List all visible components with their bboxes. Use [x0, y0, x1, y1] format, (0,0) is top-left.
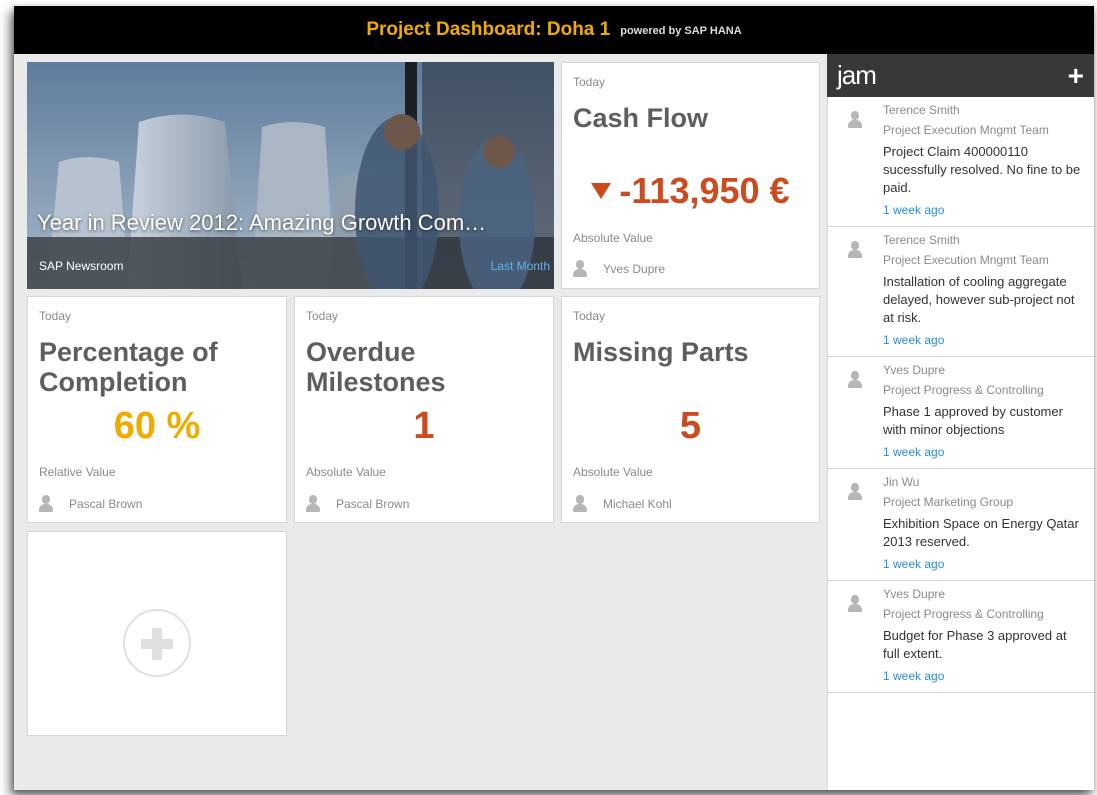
- news-tile[interactable]: Year in Review 2012: Amazing Growth Com……: [27, 62, 554, 289]
- cash-flow-value: -113,950 €: [619, 170, 790, 211]
- news-source: SAP Newsroom: [39, 259, 124, 273]
- feed-item[interactable]: Terence Smith Project Execution Mngmt Te…: [828, 97, 1094, 227]
- jam-feed: Terence Smith Project Execution Mngmt Te…: [827, 97, 1094, 790]
- feed-item[interactable]: Jin Wu Project Marketing Group Exhibitio…: [828, 469, 1094, 581]
- tile-owner: Michael Kohl: [573, 495, 672, 512]
- missing-parts-value: 5: [679, 405, 702, 447]
- feed-group: Project Progress & Controlling: [883, 607, 1044, 621]
- missing-parts-tile[interactable]: Today Missing Parts 5 Absolute Value Mic…: [561, 296, 820, 523]
- jam-logo: jam: [837, 60, 877, 90]
- feed-group: Project Marketing Group: [883, 495, 1014, 509]
- feed-message: Installation of cooling aggregate delaye…: [883, 274, 1075, 325]
- tile-period: Today: [306, 309, 339, 323]
- feed-message: Budget for Phase 3 approved at full exte…: [883, 628, 1067, 661]
- jam-header: jam +: [827, 54, 1094, 97]
- feed-author: Yves Dupre: [883, 363, 946, 377]
- add-circle-icon: [123, 609, 191, 677]
- feed-time-link[interactable]: 1 week ago: [883, 557, 1084, 572]
- person-icon: [573, 495, 587, 512]
- tile-title: Cash Flow: [573, 103, 709, 133]
- news-photo: [27, 62, 554, 289]
- tile-title: Percentage of Completion: [39, 337, 218, 397]
- tile-owner: Pascal Brown: [39, 495, 142, 512]
- add-tile-button[interactable]: [27, 531, 287, 736]
- owner-name: Michael Kohl: [603, 496, 672, 511]
- tile-value-type: Absolute Value: [573, 231, 653, 245]
- page-title: Project Dashboard: Doha 1: [366, 19, 611, 40]
- feed-message: Project Claim 400000110 sucessfully reso…: [883, 144, 1081, 195]
- completion-value: 60 %: [113, 405, 201, 447]
- owner-name: Yves Dupre: [603, 261, 666, 276]
- tile-title-line2: Completion: [39, 367, 188, 397]
- feed-author: Terence Smith: [883, 103, 960, 117]
- feed-author: Terence Smith: [883, 233, 960, 247]
- app-window: Project Dashboard: Doha 1 powered by SAP…: [14, 6, 1094, 790]
- person-icon: [848, 111, 862, 128]
- tile-title: Overdue Milestones: [306, 337, 446, 397]
- tile-period: Today: [573, 309, 606, 323]
- feed-author: Yves Dupre: [883, 587, 946, 601]
- feed-item[interactable]: Yves Dupre Project Progress & Controllin…: [828, 357, 1094, 469]
- feed-time-link[interactable]: 1 week ago: [883, 445, 1084, 460]
- person-icon: [848, 483, 862, 500]
- feed-time-link[interactable]: 1 week ago: [883, 333, 1084, 348]
- tile-owner: Pascal Brown: [306, 495, 409, 512]
- feed-message: Phase 1 approved by customer with minor …: [883, 404, 1063, 437]
- tile-title-line1: Percentage of: [39, 337, 218, 367]
- feed-group: Project Execution Mngmt Team: [883, 253, 1049, 267]
- owner-name: Pascal Brown: [336, 496, 410, 511]
- cash-flow-tile[interactable]: Today Cash Flow -113,950 € Absolute Valu…: [561, 62, 820, 289]
- tile-title-line1: Overdue: [306, 337, 416, 367]
- tile-title: Missing Parts: [573, 337, 749, 367]
- person-icon: [306, 495, 320, 512]
- feed-item[interactable]: Terence Smith Project Execution Mngmt Te…: [828, 227, 1094, 357]
- down-triangle-icon: [591, 183, 612, 199]
- tile-period: Today: [39, 309, 72, 323]
- news-headline[interactable]: Year in Review 2012: Amazing Growth Com…: [37, 210, 542, 236]
- top-bar: Project Dashboard: Doha 1 powered by SAP…: [14, 6, 1094, 54]
- feed-author: Jin Wu: [883, 475, 920, 489]
- tile-value-type: Absolute Value: [306, 465, 386, 479]
- tile-kpi-value: -113,950 €: [562, 170, 819, 212]
- person-icon: [848, 371, 862, 388]
- person-icon: [848, 595, 862, 612]
- feed-group: Project Progress & Controlling: [883, 383, 1044, 397]
- powered-by-label: powered by SAP HANA: [620, 25, 742, 37]
- person-icon: [848, 241, 862, 258]
- tile-owner: Yves Dupre: [573, 260, 665, 277]
- tile-value-type: Relative Value: [39, 465, 116, 479]
- feed-time-link[interactable]: 1 week ago: [883, 203, 1084, 218]
- tile-period: Today: [573, 75, 606, 89]
- feed-time-link[interactable]: 1 week ago: [883, 669, 1084, 684]
- milestones-tile[interactable]: Today Overdue Milestones 1 Absolute Valu…: [294, 296, 554, 523]
- owner-name: Pascal Brown: [69, 496, 143, 511]
- feed-message: Exhibition Space on Energy Qatar 2013 re…: [883, 516, 1079, 549]
- jam-add-button[interactable]: +: [1068, 61, 1084, 90]
- feed-item[interactable]: Yves Dupre Project Progress & Controllin…: [828, 581, 1094, 693]
- person-icon: [573, 260, 587, 277]
- feed-group: Project Execution Mngmt Team: [883, 123, 1049, 137]
- tile-title-line2: Milestones: [306, 367, 446, 397]
- milestones-value: 1: [413, 405, 435, 447]
- news-period: Last Month: [490, 259, 550, 273]
- completion-tile[interactable]: Today Percentage of Completion 60 % Rela…: [27, 296, 287, 523]
- person-icon: [39, 495, 53, 512]
- tile-value-type: Absolute Value: [573, 465, 653, 479]
